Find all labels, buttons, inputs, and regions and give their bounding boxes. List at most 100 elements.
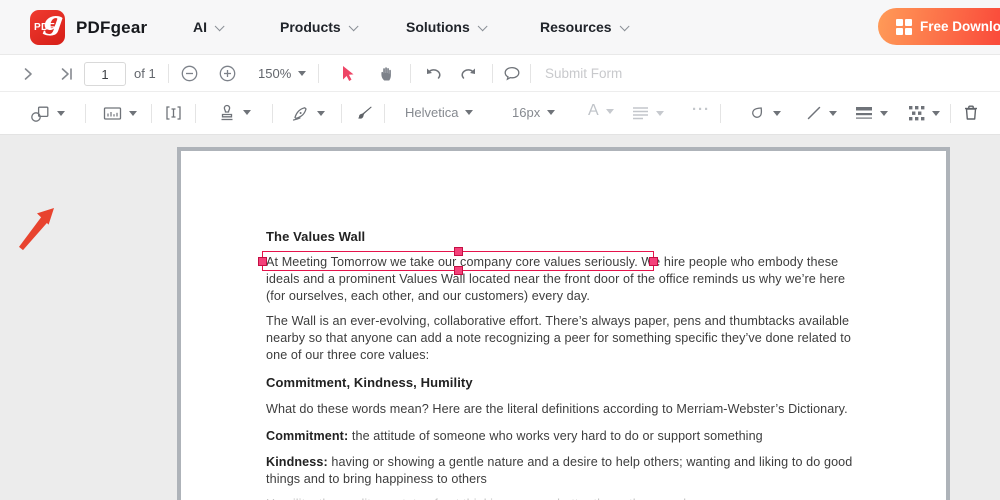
- line-weight-button[interactable]: [855, 105, 888, 121]
- comment-button[interactable]: [503, 65, 521, 82]
- nav-item-resources[interactable]: Resources: [540, 19, 626, 35]
- font-family-dropdown[interactable]: Helvetica: [405, 105, 473, 120]
- nav-item-label: Products: [280, 19, 341, 35]
- chevron-down-icon: [619, 21, 629, 31]
- doc-line: things and to bring happiness to others: [266, 472, 487, 486]
- caret-down-icon: [57, 111, 65, 116]
- editing-toolbar: Helvetica 16px A ···: [0, 92, 1000, 135]
- font-family-value: Helvetica: [405, 105, 458, 120]
- text-color-label: A: [588, 102, 599, 120]
- redo-button[interactable]: [460, 66, 478, 81]
- caret-down-icon: [129, 111, 137, 116]
- doc-line: one of our three core values:: [266, 348, 429, 362]
- divider: [720, 104, 721, 123]
- doc-line: (for ourselves, each other, and our cust…: [266, 289, 590, 303]
- navigation-toolbar: of 1 150% Submit Form: [0, 55, 1000, 92]
- divider: [168, 64, 169, 83]
- zoom-out-button[interactable]: [181, 65, 198, 82]
- last-page-button[interactable]: [58, 66, 76, 82]
- divider: [151, 104, 152, 123]
- divider: [318, 64, 319, 83]
- nav-item-solutions[interactable]: Solutions: [406, 19, 484, 35]
- more-options-button: ···: [692, 101, 710, 118]
- pdf-page[interactable]: The Values Wall At Meeting Tomorrow we t…: [177, 147, 950, 500]
- caret-down-icon: [465, 110, 473, 115]
- nav-item-label: Resources: [540, 19, 612, 35]
- definition-text: having or showing a gentle nature and a …: [328, 455, 853, 469]
- caret-down-icon: [932, 111, 940, 116]
- stamp-tool-button[interactable]: [218, 103, 251, 122]
- document-viewport[interactable]: The Values Wall At Meeting Tomorrow we t…: [0, 135, 1000, 500]
- caret-down-icon: [547, 110, 555, 115]
- font-size-value: 16px: [512, 105, 540, 120]
- nav-item-ai[interactable]: AI: [193, 19, 221, 35]
- caret-down-icon: [606, 109, 614, 114]
- selection-handle-top[interactable]: [454, 247, 463, 256]
- nav-item-products[interactable]: Products: [280, 19, 355, 35]
- caret-down-icon: [298, 71, 306, 76]
- delete-button[interactable]: [962, 103, 980, 122]
- caret-down-icon: [317, 111, 325, 116]
- submit-form-button: Submit Form: [545, 66, 622, 81]
- pdfgear-logo-icon[interactable]: PDF g: [30, 10, 65, 45]
- selection-handle-bottom[interactable]: [454, 266, 463, 275]
- select-tool-button[interactable]: [340, 65, 356, 82]
- fill-color-button[interactable]: [748, 104, 781, 122]
- page-total-label: of 1: [134, 66, 156, 81]
- doc-heading: The Values Wall: [266, 229, 365, 244]
- line-tool-button[interactable]: [806, 105, 837, 121]
- doc-line: The Wall is an ever-evolving, collaborat…: [266, 314, 849, 328]
- core-values-heading: Commitment, Kindness, Humility: [266, 375, 473, 390]
- doc-line: What do these words mean? Here are the l…: [266, 402, 848, 416]
- divider: [384, 104, 385, 123]
- nav-item-label: Solutions: [406, 19, 470, 35]
- shape-tool-button[interactable]: [30, 104, 65, 123]
- windows-logo-icon: [896, 19, 911, 34]
- free-download-label: Free Download: [920, 19, 1000, 34]
- caret-down-icon: [773, 111, 781, 116]
- selection-handle-right[interactable]: [649, 257, 658, 266]
- font-size-dropdown[interactable]: 16px: [512, 105, 555, 120]
- divider: [195, 104, 196, 123]
- next-page-button[interactable]: [20, 66, 36, 82]
- text-selection-box[interactable]: [262, 251, 654, 271]
- doc-line: ideals and a prominent Values Wall locat…: [266, 272, 845, 286]
- divider: [950, 104, 951, 123]
- divider: [341, 104, 342, 123]
- hand-tool-button[interactable]: [378, 65, 394, 82]
- divider: [272, 104, 273, 123]
- chevron-down-icon: [477, 21, 487, 31]
- zoom-in-button[interactable]: [219, 65, 236, 82]
- format-brush-button[interactable]: [355, 104, 374, 122]
- sign-tool-button[interactable]: [291, 104, 325, 122]
- divider: [492, 64, 493, 83]
- text-color-button: A: [588, 102, 614, 120]
- page-number-input[interactable]: [84, 62, 126, 86]
- header-nav: PDF g PDFgear AI Products Solutions Reso…: [0, 0, 1000, 55]
- caret-down-icon: [243, 110, 251, 115]
- image-tool-button[interactable]: [103, 105, 137, 122]
- selection-handle-left[interactable]: [258, 257, 267, 266]
- nav-item-label: AI: [193, 19, 207, 35]
- divider: [85, 104, 86, 123]
- pattern-button[interactable]: [908, 105, 940, 122]
- more-options-label: ···: [692, 101, 710, 118]
- zoom-level-value: 150%: [258, 66, 291, 81]
- undo-button[interactable]: [424, 66, 442, 81]
- definition-term: Commitment:: [266, 429, 348, 443]
- caret-down-icon: [880, 111, 888, 116]
- divider: [410, 64, 411, 83]
- text-field-tool-button[interactable]: [164, 104, 183, 122]
- chevron-down-icon: [348, 21, 358, 31]
- text-align-button: [632, 106, 664, 120]
- caret-down-icon: [656, 111, 664, 116]
- chevron-down-icon: [215, 21, 225, 31]
- free-download-button[interactable]: Free Download: [878, 8, 1000, 45]
- definition-text: the attitude of someone who works very h…: [348, 429, 763, 443]
- divider: [530, 64, 531, 83]
- caret-down-icon: [829, 111, 837, 116]
- zoom-level-dropdown[interactable]: 150%: [258, 66, 306, 81]
- brand-name[interactable]: PDFgear: [76, 18, 147, 38]
- definition-term: Kindness:: [266, 455, 328, 469]
- doc-definition-line: Commitment: the attitude of someone who …: [266, 429, 763, 443]
